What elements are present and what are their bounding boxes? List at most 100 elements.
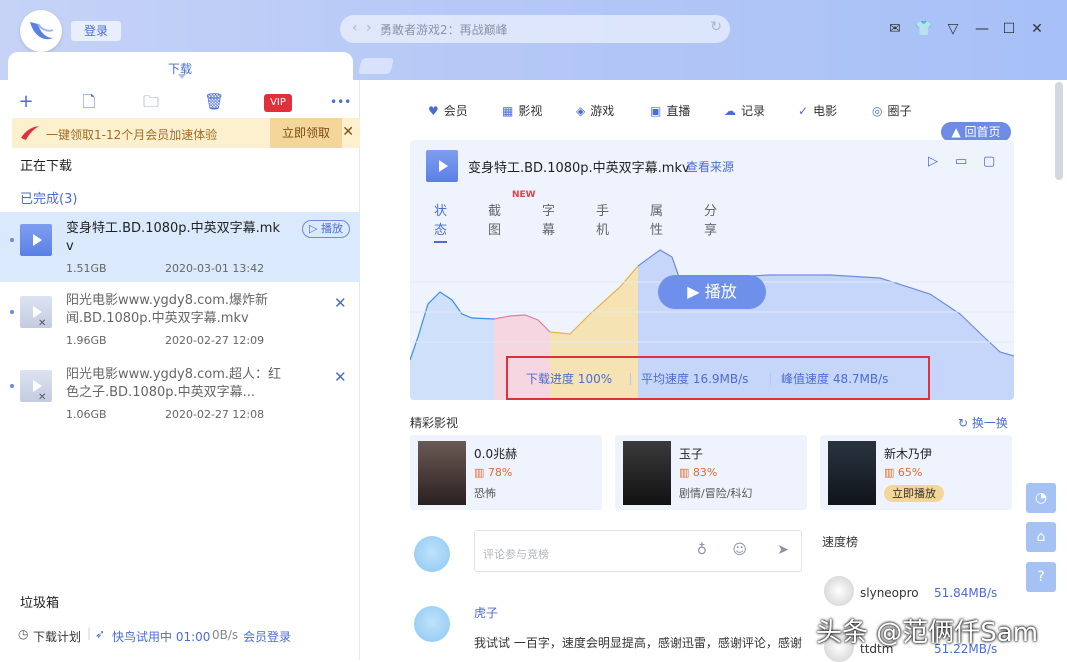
file-title: 变身特工.BD.1080p.中英双字幕.mkv (468, 161, 690, 176)
tab-screenshot[interactable]: 截图 (488, 200, 501, 238)
vip-icon[interactable]: VIP (264, 94, 292, 112)
tab-phone[interactable]: 手机 (596, 200, 609, 238)
maximize-icon[interactable]: ☐ (1000, 20, 1018, 38)
stats-divider (770, 373, 771, 385)
movie-card[interactable]: 新木乃伊 ▥ 65% 立即播放 (820, 435, 1012, 510)
tab-properties[interactable]: 属性 (650, 200, 663, 238)
featured-title: 精彩影视 (410, 416, 459, 430)
movie-card[interactable]: 0.0兆赫 ▥ 78% 恐怖 (410, 435, 602, 510)
menu-icon[interactable]: ▽ (944, 20, 962, 38)
minimize-icon[interactable]: — (973, 20, 991, 38)
movie-card[interactable]: 玉子 ▥ 83% 剧情/冒险/科幻 (615, 435, 807, 510)
member-login-link[interactable]: 会员登录 (243, 628, 291, 645)
avatar (414, 606, 450, 642)
refresh-icon[interactable]: ↻ (710, 19, 722, 35)
bullet-icon (10, 384, 14, 388)
file-size: 1.06GB (66, 408, 107, 421)
help-icon[interactable]: ? (1026, 562, 1056, 592)
completed-section[interactable]: 已完成(3) (20, 188, 77, 207)
home-side-icon[interactable]: ⌂ (1026, 522, 1056, 552)
refresh-label: 换一换 (971, 416, 1008, 430)
file-date: 2020-02-27 12:09 (165, 334, 265, 347)
nav-member[interactable]: ♥ 会员 (428, 102, 468, 119)
remove-icon[interactable]: ✕ (334, 294, 347, 312)
mail-icon[interactable]: ✉ (886, 20, 904, 38)
missing-file-icon: ✕ (20, 370, 52, 403)
avatar (414, 536, 450, 572)
trash-section[interactable]: 垃圾箱 (20, 592, 59, 611)
play-button[interactable]: ▷ 播放 (302, 220, 350, 238)
remove-icon[interactable]: ✕ (334, 368, 347, 386)
address-bar[interactable]: ‹ › 勇敢者游戏2：再战巅峰 ↻ (340, 15, 730, 43)
list-item[interactable]: ✕ 阳光电影www.ygdy8.com.爆炸新闻.BD.1080p.中英双字幕.… (0, 284, 360, 354)
refresh-icon: ↻ (958, 416, 972, 430)
status-footer: ◷ 下载计划 | ➶ 快鸟试用中 01:00 0B/s 会员登录 (0, 624, 360, 646)
avg-speed-stat: 平均速度 16.9MB/s (641, 372, 749, 386)
download-stats: 下载进度 100% 平均速度 16.9MB/s 峰值速度 48.7MB/s (506, 356, 930, 400)
movie-rating: ▥ 65% (884, 466, 923, 479)
nav-circle[interactable]: ◎ 圈子 (872, 102, 912, 119)
video-file-icon (20, 224, 52, 256)
tab-subtitle[interactable]: 字幕 (542, 200, 555, 238)
svg-text:✕: ✕ (38, 392, 46, 402)
progress-stat: 下载进度 100% (526, 372, 613, 386)
chevron-down-icon (178, 74, 186, 79)
skin-icon[interactable]: 👕 (915, 20, 933, 38)
popcorn-icon: ▥ (474, 466, 488, 479)
download-tab[interactable]: 下载 (8, 52, 353, 82)
download-plan-link[interactable]: 下载计划 (33, 628, 81, 645)
home-button[interactable]: ▲ 回首页 (941, 122, 1011, 142)
clock-icon: ◷ (18, 627, 29, 641)
tab-status[interactable]: 状态 (434, 200, 448, 243)
new-file-icon[interactable]: 🗋 (79, 92, 99, 112)
list-item[interactable]: ✕ 阳光电影www.ygdy8.com.超人：红色之子.BD.1080p.中英双… (0, 358, 360, 428)
login-button[interactable]: 登录 (71, 21, 121, 41)
file-name: 阳光电影www.ygdy8.com.超人：红色之子.BD.1080p.中英双字幕… (66, 367, 282, 400)
movie-rating: ▥ 83% (679, 466, 718, 479)
add-icon[interactable]: + (16, 92, 36, 112)
back-icon[interactable]: ‹ (352, 20, 358, 36)
close-icon[interactable]: ✕ (1028, 20, 1046, 38)
promo-close-icon[interactable]: ✕ (342, 124, 354, 140)
nav-game[interactable]: ◈ 游戏 (576, 102, 614, 119)
file-date: 2020-03-01 13:42 (165, 262, 265, 275)
bird-icon (21, 126, 39, 140)
promo-text: 一键领取1-12个月会员加速体验 (46, 128, 218, 142)
mention-icon[interactable]: ♁ (697, 542, 707, 558)
speed-rank-title: 速度榜 (822, 535, 859, 549)
scrollbar[interactable] (1055, 82, 1063, 180)
downloading-section[interactable]: 正在下载 (20, 155, 72, 174)
speedometer-icon[interactable]: ◔ (1026, 483, 1056, 513)
trial-status[interactable]: 快鸟试用中 01:00 (112, 628, 210, 645)
refresh-button[interactable]: ↻ 换一换 (958, 414, 1008, 431)
view-source-link[interactable]: 查看来源 (686, 158, 734, 175)
play-big-button[interactable]: ▶ 播放 (658, 275, 766, 309)
movie-poster (418, 441, 466, 505)
promo-claim-button[interactable]: 立即领取 (270, 118, 342, 148)
folder-icon[interactable]: 🗀 (141, 92, 161, 112)
nav-history[interactable]: ☁ 记录 (724, 102, 765, 119)
send-icon[interactable]: ➤ (777, 542, 789, 558)
open-folder-icon[interactable]: ▭ (955, 154, 967, 169)
list-item[interactable]: 变身特工.BD.1080p.中英双字幕.mkv 1.51GB 2020-03-0… (0, 212, 360, 282)
app-logo[interactable] (20, 10, 62, 52)
comment-input[interactable]: 评论参与竞榜 ♁ ☺ ➤ (474, 530, 802, 572)
popcorn-icon: ▥ (679, 466, 693, 479)
nav-movie[interactable]: ✓ 电影 (798, 102, 837, 119)
more-icon[interactable]: ••• (330, 92, 351, 112)
video-file-icon (426, 150, 458, 182)
nav-live[interactable]: ▣ 直播 (650, 102, 690, 119)
screen-icon[interactable]: ▢ (983, 154, 995, 169)
popcorn-icon: ▥ (884, 466, 898, 479)
comment-user[interactable]: 虎子 (474, 604, 498, 621)
tab-share[interactable]: 分享 (704, 200, 717, 238)
play-now-button[interactable]: 立即播放 (884, 485, 944, 502)
emoji-icon[interactable]: ☺ (732, 542, 747, 558)
forward-icon[interactable]: › (366, 20, 372, 36)
movie-genre: 剧情/冒险/科幻 (679, 487, 753, 500)
delete-icon[interactable]: 🗑 (204, 92, 224, 112)
avatar (824, 576, 854, 606)
play-icon[interactable]: ▷ (928, 154, 938, 169)
browser-tab[interactable] (357, 58, 395, 74)
nav-video[interactable]: ▦ 影视 (502, 102, 542, 119)
